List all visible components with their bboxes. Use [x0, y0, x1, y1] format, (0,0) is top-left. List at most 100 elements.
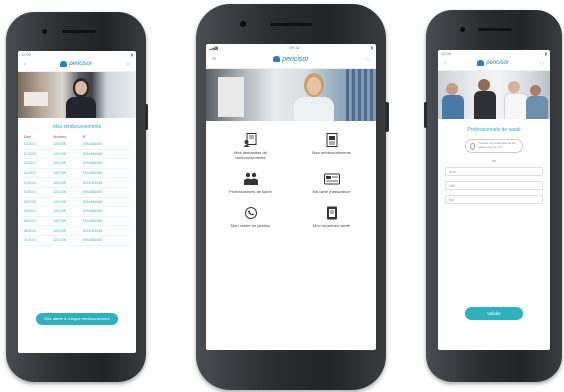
chevron-right-icon: › — [124, 140, 132, 150]
alert-subscribe-button[interactable]: Être alerté à chaque remboursement — [36, 313, 118, 325]
back-icon[interactable]: ‹ — [24, 61, 26, 68]
chevron-right-icon: › — [124, 158, 132, 169]
table-cell: 120,00€ — [52, 197, 82, 208]
menu-tile[interactable]: Professionnels de santé — [210, 172, 291, 194]
chevron-right-icon: › — [124, 187, 132, 198]
chat-icon[interactable]: ○ — [540, 60, 544, 67]
table-cell: 0251984536 — [81, 197, 125, 208]
table-row[interactable]: 10/2021 120,00€ 0251984536 › — [22, 177, 132, 188]
app-header: ‹ pericisor ○ — [18, 57, 136, 72]
directory-icon — [323, 206, 341, 220]
chevron-right-icon: › — [124, 177, 132, 188]
table-row[interactable]: 12/2021 120,00€ 0251984536 › — [22, 140, 132, 150]
table-row[interactable]: 07/2021 120,00€ 0251984536 › — [22, 235, 132, 246]
menu-tile-label: Ma carte d'assurance — [312, 189, 351, 194]
menu-tile-label: Mon centre de gestion — [230, 223, 271, 228]
phone-right: 12:00 ▮ ‹ pericisor ○ Professionnels de … — [424, 10, 562, 382]
phone-center: ▂▄▆ 09:14 ▮ ≡ pericisor ○ Mes demandes d… — [196, 4, 389, 390]
locate-nearby-button[interactable]: Trouver un professionnel de santé près d… — [465, 139, 523, 153]
table-row[interactable]: 09/2021 120,00€ 0251984536 › — [22, 197, 132, 208]
table-cell: 120,00€ — [52, 225, 82, 236]
city-field[interactable]: Ville — [444, 181, 544, 190]
document-icon — [323, 133, 341, 147]
table-cell: 10/2021 — [22, 187, 53, 198]
chevron-right-icon: › — [124, 216, 132, 227]
screen-center: ▂▄▆ 09:14 ▮ ≡ pericisor ○ Mes demandes d… — [206, 44, 376, 350]
table-cell: 12/2021 — [22, 140, 53, 150]
page-title: Professionnels de santé — [467, 127, 521, 133]
menu-tile-label: Mes remboursements — [312, 150, 351, 155]
table-cell: 0251984536 — [81, 140, 125, 150]
reimbursement-table: Date Montant N° 12/2021 120,00€ 0251984536… — [22, 134, 132, 246]
table-cell: 09/2021 — [22, 206, 53, 217]
chevron-right-icon: › — [124, 197, 132, 208]
menu-icon[interactable]: ≡ — [212, 56, 216, 63]
chevron-right-icon: › — [124, 206, 132, 217]
power-button — [145, 104, 148, 130]
battery-icon: ▮ — [130, 51, 133, 57]
power-button — [385, 102, 389, 132]
menu-tile[interactable]: Ma carte d'assurance — [291, 172, 372, 194]
table-cell: 07/2021 — [22, 235, 53, 246]
battery-icon: ▮ — [544, 50, 547, 56]
validate-button[interactable]: Valider — [465, 307, 523, 320]
table-cell: 0251984536 — [81, 149, 125, 160]
office-photo-banner — [18, 72, 136, 118]
table-row[interactable]: 09/2021 120,00€ 0251984536 › — [22, 206, 132, 217]
medical-team-banner — [438, 71, 550, 119]
front-camera — [240, 21, 246, 27]
table-cell: 0251984536 — [81, 206, 125, 217]
app-header: ‹ pericisor ○ — [438, 56, 550, 71]
table-cell: 0251984536 — [81, 177, 125, 188]
table-row[interactable]: 11/2021 120,00€ 0251984536 › — [22, 158, 132, 169]
table-cell: 120,00€ — [52, 158, 82, 169]
table-row[interactable]: 12/2021 120,00€ 0251984536 › — [22, 149, 132, 160]
menu-tile[interactable]: Mes remboursements — [291, 133, 372, 160]
table-cell: 08/2021 — [22, 225, 53, 236]
table-cell: 120,00€ — [52, 168, 82, 179]
back-icon[interactable]: ‹ — [444, 60, 446, 67]
menu-grid: Mes demandes de remboursements Mes rembou… — [206, 121, 376, 228]
table-row[interactable]: 10/2021 120,00€ 0251984536 › — [22, 187, 132, 198]
earpiece-speaker — [270, 23, 312, 26]
specialty-field[interactable]: Nat — [444, 195, 544, 204]
status-time: 12:00 — [441, 50, 452, 56]
power-button — [424, 102, 427, 128]
table-cell: 12/2021 — [22, 149, 53, 160]
location-target-icon — [470, 142, 476, 150]
chat-icon[interactable]: ○ — [366, 56, 370, 63]
document-person-icon — [242, 133, 260, 147]
earpiece-speaker — [62, 30, 96, 33]
earpiece-speaker — [478, 28, 512, 31]
name-field[interactable]: Nom — [444, 167, 544, 176]
table-cell: 120,00€ — [52, 206, 82, 217]
chevron-right-icon: › — [124, 168, 132, 179]
battery-icon: ▮ — [370, 44, 373, 50]
menu-tile[interactable]: Mes demandes de remboursements — [210, 133, 291, 160]
screen-right: 12:00 ▮ ‹ pericisor ○ Professionnels de … — [438, 50, 550, 350]
table-cell: 11/2021 — [22, 168, 53, 179]
table-cell: 09/2021 — [22, 197, 53, 208]
table-row[interactable]: 08/2021 120,00€ 0251984536 › — [22, 216, 132, 227]
menu-tile[interactable]: Mon répertoire santé — [291, 206, 372, 228]
chat-icon[interactable]: ○ — [126, 61, 130, 68]
table-cell: 120,00€ — [52, 177, 82, 188]
table-row[interactable]: 08/2021 120,00€ 0251984536 › — [22, 225, 132, 236]
chevron-right-icon: › — [124, 225, 132, 236]
table-cell: 0251984536 — [81, 235, 125, 246]
brand-logo: pericisor — [273, 56, 309, 63]
doctors-icon — [242, 172, 260, 186]
front-camera — [460, 27, 465, 32]
menu-tile[interactable]: Mon centre de gestion — [210, 206, 291, 228]
table-row[interactable]: 11/2021 120,00€ 0251984536 › — [22, 168, 132, 179]
or-separator: ou — [491, 158, 497, 163]
status-time: 09:14 — [289, 44, 300, 50]
table-cell: 0251984536 — [81, 168, 125, 179]
table-cell: 0251984536 — [81, 225, 125, 236]
phone-left: 12:00 ▮ ‹ pericisor ○ Mes remboursements… — [6, 12, 148, 382]
table-cell: 120,00€ — [52, 149, 82, 160]
table-cell: 120,00€ — [52, 140, 82, 150]
table-cell: 08/2021 — [22, 216, 53, 227]
menu-tile-label: Mes demandes de remboursements — [234, 150, 267, 160]
page-title: Mes remboursements — [52, 124, 102, 130]
